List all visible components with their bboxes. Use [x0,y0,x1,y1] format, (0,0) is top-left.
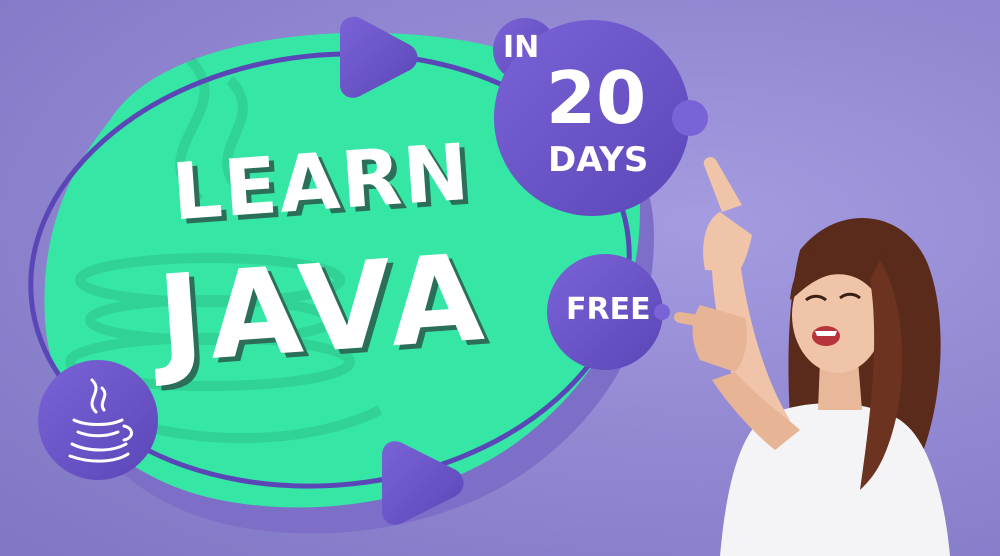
days-label: DAYS [548,140,649,180]
days-bubble-dot [672,100,708,136]
java-title: JAVA [153,228,494,391]
in-label: IN [503,30,540,65]
banner: LEARN JAVA IN 20 DAYS FREE [0,0,1000,556]
days-number: 20 [546,56,647,140]
banner-artwork [28,16,950,556]
free-label: FREE [566,292,651,327]
woman-pointing-illustration [674,157,950,556]
free-bubble-dot [654,304,670,320]
